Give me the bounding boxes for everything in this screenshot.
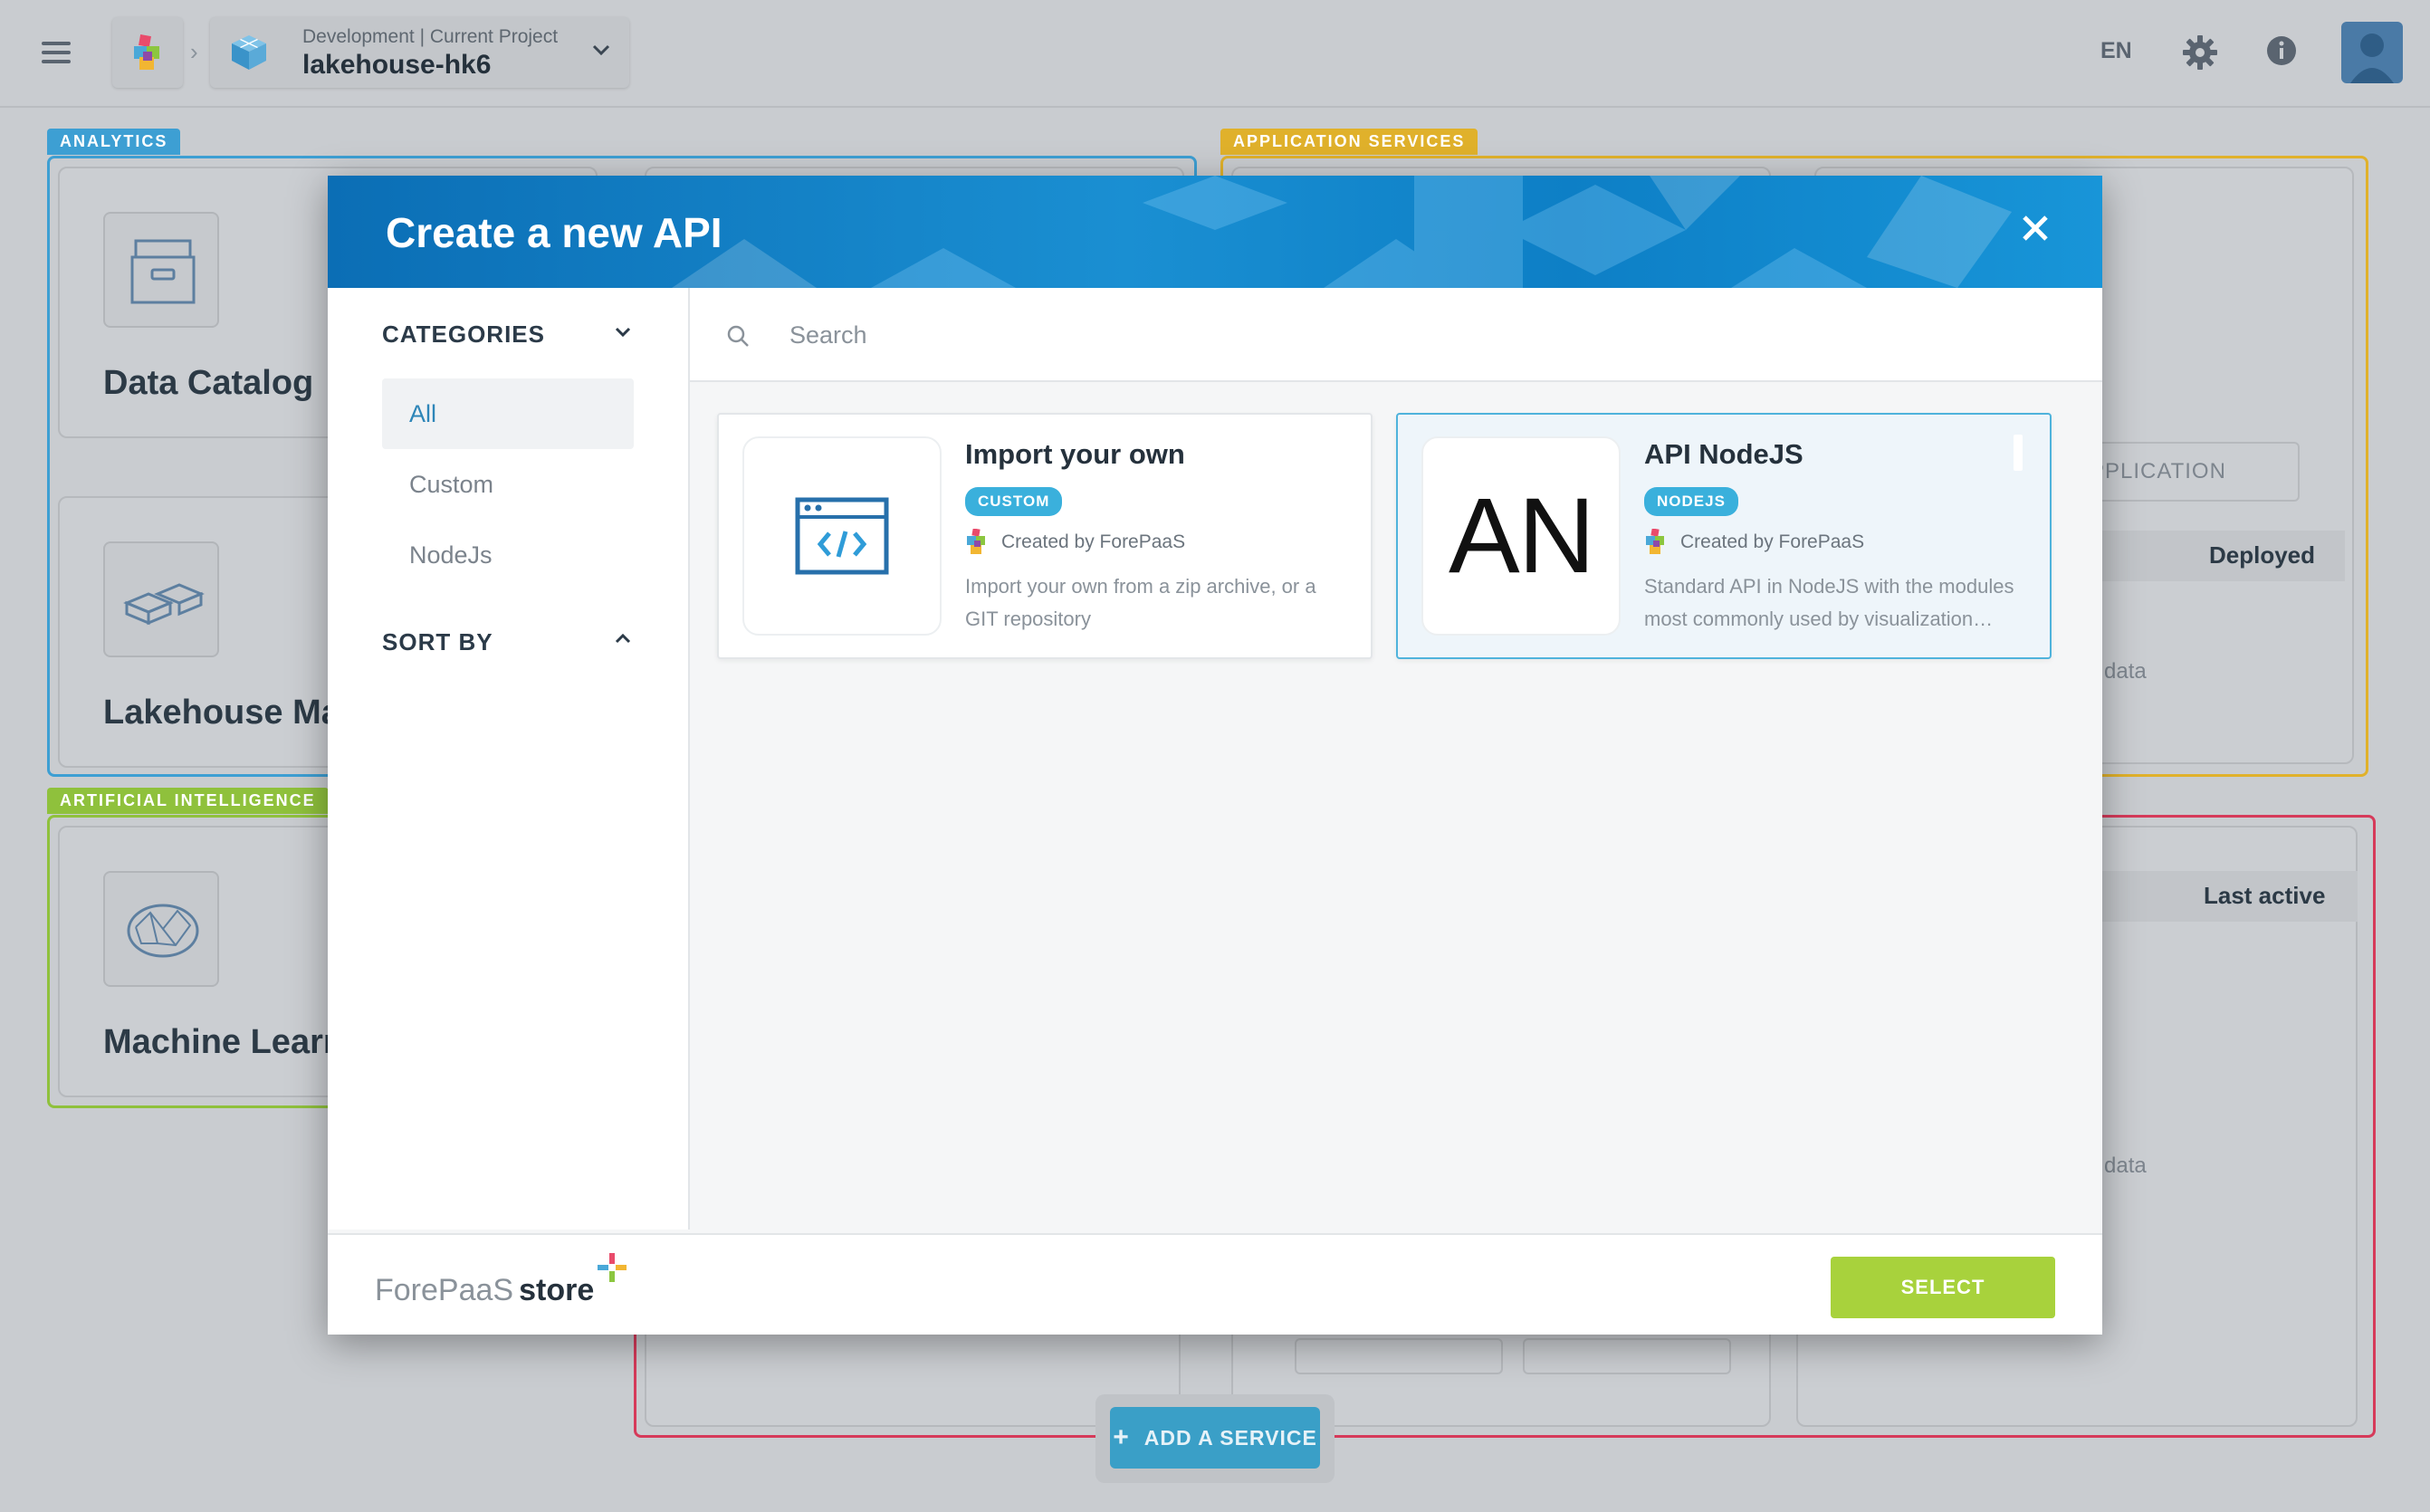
deployed-label: Deployed [2209,541,2316,569]
category-custom[interactable]: Custom [382,449,634,520]
deployed-header: Deployed [2082,531,2345,581]
data-catalog-tile [103,212,219,328]
bg-button-1[interactable] [1295,1338,1503,1374]
application-services-tag: APPLICATION SERVICES [1220,129,1478,155]
forepaas-store-logo: ForePaaS store [375,1253,628,1308]
template-thumbnail: AN [1421,436,1621,636]
template-creator: Created by ForePaaS [1644,529,1864,556]
search-input[interactable] [789,310,1966,360]
template-description-line-2: most commonly used by visualization… [1644,608,1994,630]
template-title: Import your own [965,438,1185,470]
project-name: lakehouse-hk6 [302,50,492,80]
breadcrumb-chevron-icon: › [190,38,198,65]
last-active-header: Last active [2082,871,2358,922]
template-description-line-1: Import your own from a zip archive, or a [965,575,1316,598]
lakehouse-manager-title: Lakehouse Mar [103,694,354,732]
template-creator: Created by ForePaaS [965,529,1185,556]
brand-store: store [519,1273,595,1307]
info-icon[interactable] [2265,34,2298,67]
category-all[interactable]: All [382,378,634,449]
chevron-down-icon [592,44,610,56]
add-service-label: ADD A SERVICE [1143,1425,1317,1450]
app-data-text: data [2104,659,2147,684]
template-abbreviation: AN [1449,476,1595,596]
forepaas-logo-icon [134,34,159,70]
sort-by-heading[interactable]: SORT BY [382,628,493,656]
red-data-text: data [2104,1153,2147,1178]
card-scrollbar[interactable] [2014,435,2023,471]
top-bar: › Development | Current Project lakehous… [0,0,2430,108]
forepaas-home-button[interactable] [112,17,183,88]
create-api-modal: Create a new API CATEGORIES All Custom N… [328,176,2102,1335]
template-description-line-2: GIT repository [965,608,1091,630]
code-window-icon [795,497,889,575]
brand-name: ForePaaS [375,1273,514,1307]
ml-tile [103,871,219,987]
machine-learning-title: Machine Learni [103,1023,354,1061]
analytics-tag: ANALYTICS [47,129,181,155]
template-creator-label: Created by ForePaaS [1001,531,1186,552]
api-template-list: Import your own CUSTOM Created by ForePa… [690,382,2102,1230]
template-description-line-1: Standard API in NodeJS with the modules [1644,575,2014,598]
gear-icon[interactable] [2182,34,2218,71]
project-selector[interactable]: Development | Current Project lakehouse-… [210,17,629,88]
template-badge: CUSTOM [965,487,1063,516]
data-catalog-title: Data Catalog [103,364,314,402]
template-card-api-nodejs[interactable]: AN API NodeJS NODEJS Created by ForePaaS… [1396,413,2052,659]
menu-icon[interactable] [42,42,71,63]
archive-box-icon [130,239,196,304]
bg-button-2[interactable] [1523,1338,1731,1374]
lakehouse-blocks-icon [123,583,205,626]
last-active-label: Last active [2204,882,2326,909]
search-bar [690,288,2102,382]
ai-tag: ARTIFICIAL INTELLIGENCE [47,788,329,814]
add-service-wrapper: + ADD A SERVICE [1095,1394,1335,1483]
language-selector[interactable]: EN [2100,38,2132,64]
modal-title: Create a new API [386,209,722,256]
forepaas-logo-icon [1646,529,1664,554]
template-thumbnail [742,436,942,636]
plus-icon: + [1113,1422,1130,1452]
project-context: Development | Current Project [302,26,559,47]
template-description: Standard API in NodeJS with the modules … [1644,570,2024,636]
category-nodejs[interactable]: NodeJs [382,520,634,590]
modal-header: Create a new API [328,176,2102,288]
forepaas-logo-icon [967,529,985,554]
template-card-import-your-own[interactable]: Import your own CUSTOM Created by ForePa… [717,413,1373,659]
search-icon [727,325,749,347]
select-button[interactable]: SELECT [1831,1257,2055,1318]
user-avatar[interactable] [2341,22,2403,83]
modal-footer: ForePaaS store SELECT [328,1233,2102,1335]
template-creator-label: Created by ForePaaS [1680,531,1865,552]
project-cube-icon [232,35,266,70]
chevron-up-icon[interactable] [614,632,632,645]
categories-heading[interactable]: CATEGORIES [382,321,545,349]
add-service-button[interactable]: + ADD A SERVICE [1110,1407,1320,1469]
brain-icon [127,904,199,958]
template-badge: NODEJS [1644,487,1738,516]
category-sidebar: CATEGORIES All Custom NodeJs SORT BY [328,288,690,1230]
user-icon [2350,33,2394,83]
close-icon[interactable] [2017,210,2053,246]
store-plus-icon [598,1253,627,1282]
template-title: API NodeJS [1644,438,1803,470]
template-description: Import your own from a zip archive, or a… [965,570,1345,636]
chevron-down-icon[interactable] [614,326,632,339]
lakehouse-tile [103,541,219,657]
